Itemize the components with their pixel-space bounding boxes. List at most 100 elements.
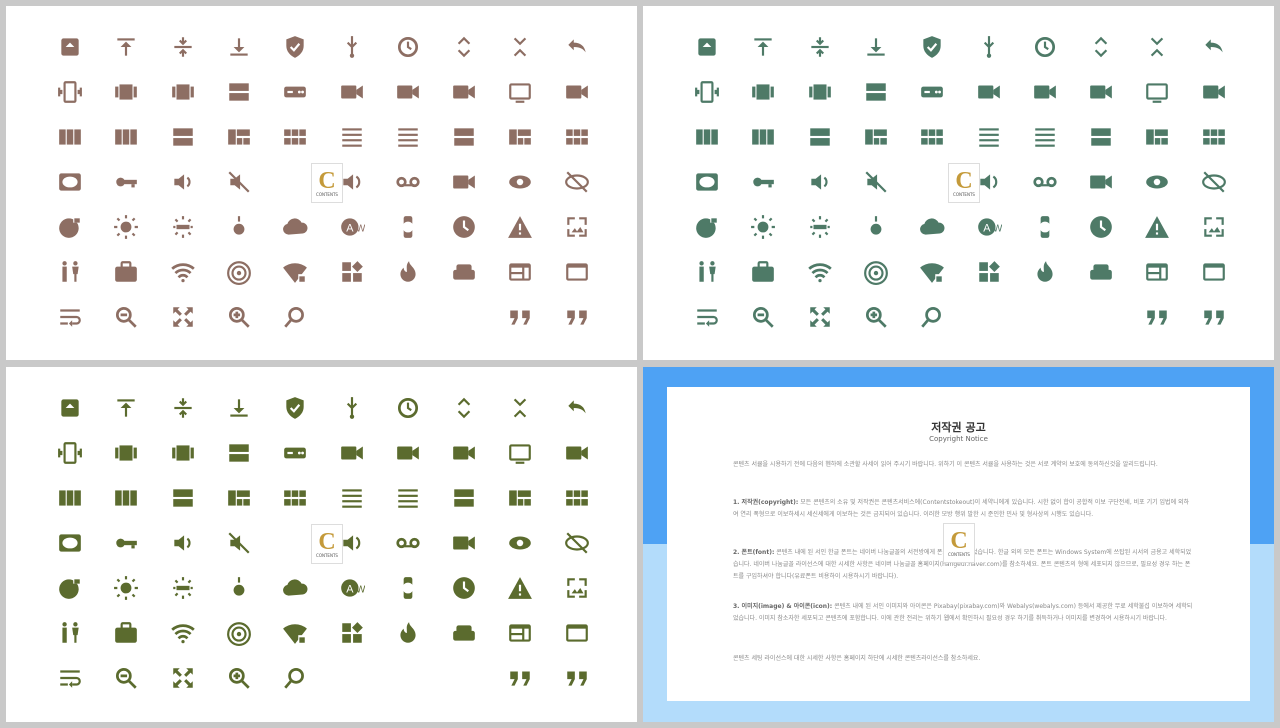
- zoom-in-icon: [222, 661, 256, 695]
- view-compact-icon: [1140, 120, 1174, 154]
- videocam-icon: [972, 75, 1006, 109]
- wallpaper-icon: [560, 571, 594, 605]
- wallpaper-icon: [560, 210, 594, 244]
- volume-down-icon: [803, 165, 837, 199]
- visibility-icon: [1140, 165, 1174, 199]
- format-quote-left-icon: [1140, 300, 1174, 334]
- vpn-lock-icon: [53, 571, 87, 605]
- view-compact-icon: [503, 481, 537, 515]
- vpn-lock-icon: [690, 210, 724, 244]
- vertical-align-center-icon: [166, 391, 200, 425]
- view-array-icon: [109, 436, 143, 470]
- volume-off-icon: [222, 526, 256, 560]
- visibility-icon: [503, 526, 537, 560]
- view-column-icon: [746, 120, 780, 154]
- view-array-icon: [746, 75, 780, 109]
- wifi-icon: [803, 255, 837, 289]
- section-body: 모든 콘텐츠의 소유 및 저작권은 콘텐츠서비스에(Contentstokeou…: [733, 499, 1190, 518]
- vignette-icon: [53, 526, 87, 560]
- logo-text: CONTENTS: [316, 552, 338, 558]
- view-quilt-icon: [222, 481, 256, 515]
- visibility-off-icon: [1197, 165, 1231, 199]
- video-library-icon: [1084, 75, 1118, 109]
- view-module-icon: [915, 120, 949, 154]
- watch-later-icon: [447, 210, 481, 244]
- logo-letter: C: [950, 527, 968, 554]
- format-quote-icon: [560, 661, 594, 695]
- zoom-out-icon: [109, 661, 143, 695]
- weekend-icon: [447, 616, 481, 650]
- volume-down-icon: [166, 165, 200, 199]
- undo-icon: [560, 30, 594, 64]
- view-column-icon: [109, 120, 143, 154]
- view-headline-icon: [391, 481, 425, 515]
- wifi-lock-icon: [278, 616, 312, 650]
- cloud-icon: [915, 210, 949, 244]
- watch-icon: [1028, 210, 1062, 244]
- vertical-align-center-icon: [166, 30, 200, 64]
- tablet-icon: [1140, 75, 1174, 109]
- vpn-key-icon: [109, 526, 143, 560]
- warning-icon: [503, 210, 537, 244]
- vpn-key-icon: [746, 165, 780, 199]
- zoom-out-map-icon: [166, 300, 200, 334]
- view-agenda-icon: [222, 75, 256, 109]
- web-icon: [503, 255, 537, 289]
- view-stream-icon: [166, 481, 200, 515]
- notice-title: 저작권 공고: [931, 421, 986, 434]
- web-icon: [1140, 255, 1174, 289]
- gamepad-icon: [915, 75, 949, 109]
- logo-letter: C: [318, 528, 336, 555]
- wallpaper-icon: [1197, 210, 1231, 244]
- view-array-icon: [109, 75, 143, 109]
- zoom-in-icon: [859, 300, 893, 334]
- wrap-text-icon: [53, 300, 87, 334]
- wifi-icon: [166, 255, 200, 289]
- unfold-more-icon: [447, 30, 481, 64]
- wifi-tethering-icon: [859, 255, 893, 289]
- wifi-lock-icon: [915, 255, 949, 289]
- vertical-align-bottom-icon: [222, 30, 256, 64]
- zoom-out-map-icon: [803, 300, 837, 334]
- usb-icon: [335, 391, 369, 425]
- watermark-logo: C CONTENTS: [948, 163, 980, 203]
- brightness-high-icon: [746, 210, 780, 244]
- gamepad-icon: [278, 75, 312, 109]
- logo-text: CONTENTS: [948, 551, 970, 557]
- whatshot-icon: [391, 255, 425, 289]
- section-heading: 3. 이미지(image) & 아이콘(icon):: [733, 603, 833, 610]
- wc-icon: [690, 255, 724, 289]
- view-compact-icon: [503, 120, 537, 154]
- brightness-high-icon: [109, 571, 143, 605]
- videocam-icon: [335, 436, 369, 470]
- format-quote-left-icon: [503, 661, 537, 695]
- view-day-icon: [1084, 120, 1118, 154]
- visibility-off-icon: [560, 165, 594, 199]
- watch-icon: [391, 571, 425, 605]
- undo-icon: [560, 391, 594, 425]
- wifi-icon: [166, 616, 200, 650]
- format-quote-icon: [560, 300, 594, 334]
- svg-text:A: A: [346, 583, 354, 595]
- archive-icon: [53, 30, 87, 64]
- copyright-notice-panel: 저작권 공고 Copyright Notice 콘텐츠 서큘을 시용하기 전에 …: [643, 367, 1274, 722]
- zoom-search-icon: [915, 300, 949, 334]
- video-call-icon: [560, 436, 594, 470]
- zoom-out-map-icon: [166, 661, 200, 695]
- icon-panel-brown: A W C CONTENTS: [6, 6, 637, 360]
- verified-shield-icon: [278, 30, 312, 64]
- notice-outro: 콘텐츠 세팅 라이선스에 대한 시세한 사항은 홈페이지 하단에 시세한 콘텐츠…: [733, 655, 981, 662]
- work-icon: [746, 255, 780, 289]
- vertical-align-top-icon: [109, 391, 143, 425]
- vertical-align-bottom-icon: [222, 391, 256, 425]
- unfold-more-icon: [447, 391, 481, 425]
- watch-later-icon: [1084, 210, 1118, 244]
- view-carousel-icon: [166, 75, 200, 109]
- icon-panel-olive: A W C CONTENTS: [6, 367, 637, 722]
- video-chat-icon: [1084, 165, 1118, 199]
- logo-text: CONTENTS: [316, 191, 338, 197]
- notice-sheet: 저작권 공고 Copyright Notice 콘텐츠 서큘을 시용하기 전에 …: [667, 387, 1250, 701]
- notice-intro: 콘텐츠 서큘을 시용하기 전에 다음의 헨하에 소관할 사세이 읽어 주시기 바…: [733, 461, 1158, 468]
- zoom-out-icon: [746, 300, 780, 334]
- video-library-icon: [447, 75, 481, 109]
